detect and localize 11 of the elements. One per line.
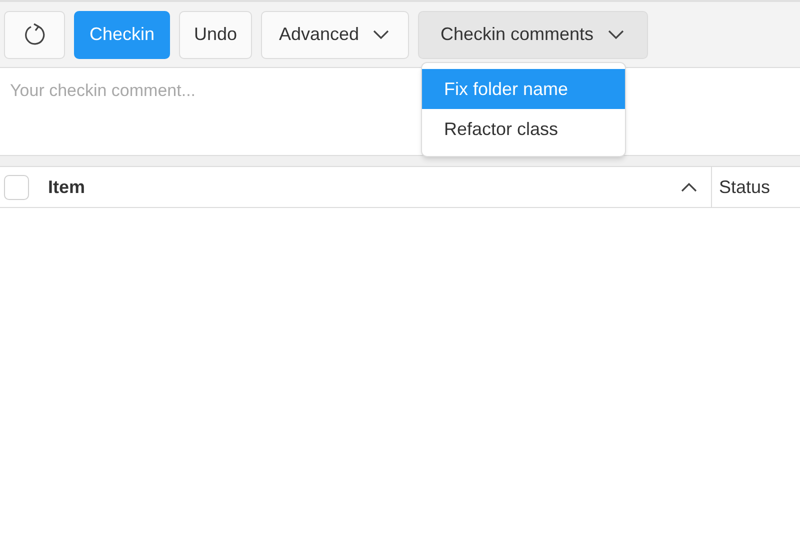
select-all-checkbox[interactable] xyxy=(4,174,29,200)
refresh-button[interactable] xyxy=(4,10,65,58)
column-header[interactable]: Status xyxy=(719,174,770,200)
splitter-bar[interactable] xyxy=(0,155,800,167)
dropdown-button[interactable]: Checkin comments xyxy=(418,10,648,58)
column-header[interactable]: Item xyxy=(48,174,679,200)
menu-item[interactable]: Refactor class xyxy=(422,109,625,149)
chevron-down-icon xyxy=(606,28,626,40)
chevron-down-icon xyxy=(371,28,392,40)
dropdown-button[interactable]: Advanced xyxy=(261,10,409,58)
toolbar-button[interactable]: Undo xyxy=(179,10,252,58)
